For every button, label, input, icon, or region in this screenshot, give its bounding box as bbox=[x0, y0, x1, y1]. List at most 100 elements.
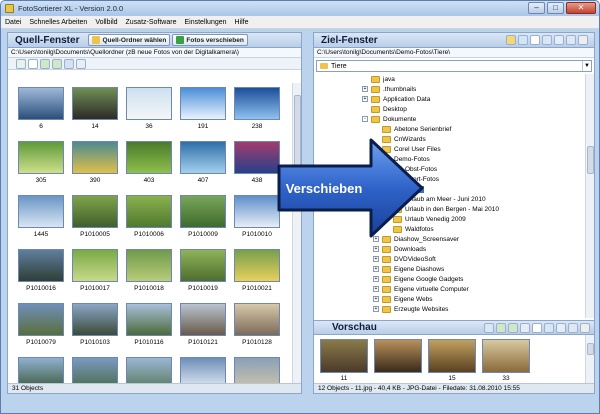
thumbnail[interactable]: P1010019 bbox=[177, 247, 229, 299]
thumbnail-label: 14 bbox=[91, 123, 99, 130]
tree-item[interactable]: java bbox=[362, 74, 395, 84]
thumbnail[interactable] bbox=[15, 355, 67, 383]
tree-item[interactable]: + .thumbnails bbox=[362, 84, 416, 94]
view-icon[interactable] bbox=[76, 58, 86, 69]
tree-item[interactable]: + Downloads bbox=[373, 244, 426, 254]
expand-icon[interactable]: + bbox=[373, 246, 379, 252]
thumbnail[interactable]: 238 bbox=[231, 85, 283, 137]
preview-thumbnail[interactable]: 33 bbox=[480, 339, 532, 385]
thumbnail[interactable]: 6 bbox=[15, 85, 67, 137]
thumbnail[interactable]: P1010128 bbox=[231, 301, 283, 353]
menu-hilfe[interactable]: Hilfe bbox=[231, 19, 253, 26]
thumbnail-image bbox=[18, 141, 64, 174]
chevron-down-icon[interactable]: ▼ bbox=[582, 61, 591, 71]
expand-icon[interactable]: + bbox=[373, 276, 379, 282]
thumbnail[interactable]: P1010017 bbox=[69, 247, 121, 299]
thumbnail[interactable]: P1010005 bbox=[69, 193, 121, 245]
preview-tool-7-icon[interactable] bbox=[556, 322, 566, 333]
thumbnail[interactable] bbox=[69, 355, 121, 383]
undo-icon[interactable] bbox=[566, 35, 576, 45]
preview-thumbnail[interactable] bbox=[372, 339, 424, 385]
preview-tool-4-icon[interactable] bbox=[520, 322, 530, 333]
preview-tool-6-icon[interactable] bbox=[544, 322, 554, 333]
thumbnail[interactable]: 36 bbox=[123, 85, 175, 137]
thumbnail[interactable]: P1010121 bbox=[177, 301, 229, 353]
tree-item[interactable]: + DVDVideoSoft bbox=[373, 254, 436, 264]
tree-item[interactable]: + Eigene Webs bbox=[373, 294, 433, 304]
minimize-icon[interactable]: – bbox=[528, 2, 545, 14]
export-icon[interactable] bbox=[554, 35, 564, 45]
preview-tool-9-icon[interactable] bbox=[580, 322, 590, 333]
tree-item[interactable]: Desktop bbox=[362, 104, 407, 114]
move-photos-button[interactable]: Fotos verschieben bbox=[172, 34, 248, 46]
tree-item[interactable]: - Dokumente bbox=[362, 114, 416, 124]
expand-icon[interactable]: + bbox=[373, 296, 379, 302]
collapse-icon[interactable]: - bbox=[362, 116, 368, 122]
tree-item[interactable]: + Eigene Diashows bbox=[373, 264, 444, 274]
thumbnail[interactable]: P1010116 bbox=[123, 301, 175, 353]
menu-schnelles-arbeiten[interactable]: Schnelles Arbeiten bbox=[25, 19, 91, 26]
thumbnail-image bbox=[234, 249, 280, 282]
menu-zusatz-software[interactable]: Zusatz-Software bbox=[122, 19, 181, 26]
choose-source-folder-button[interactable]: Quell-Ordner wählen bbox=[88, 34, 171, 46]
close-icon[interactable]: ✕ bbox=[566, 2, 596, 14]
tree-item[interactable]: Abetone Serienbrief bbox=[373, 124, 451, 134]
thumbnail[interactable]: P1010079 bbox=[15, 301, 67, 353]
thumbnail[interactable]: 407 bbox=[177, 139, 229, 191]
thumbnail[interactable]: P1010006 bbox=[123, 193, 175, 245]
preview-tool-1-icon[interactable] bbox=[484, 322, 494, 333]
rotate-right-icon[interactable] bbox=[52, 58, 62, 69]
preview-scrollbar[interactable] bbox=[585, 335, 594, 383]
thumbnail-image bbox=[72, 195, 118, 228]
menu-einstellungen[interactable]: Einstellungen bbox=[180, 19, 230, 26]
expand-icon[interactable]: + bbox=[362, 96, 368, 102]
preview-thumbnail[interactable]: 11 bbox=[318, 339, 370, 385]
tree-item[interactable]: + Application Data bbox=[362, 94, 430, 104]
thumbnail[interactable]: P1010009 bbox=[177, 193, 229, 245]
tree-item[interactable]: + Eigene Google Gadgets bbox=[373, 274, 463, 284]
preview-tool-3-icon[interactable] bbox=[508, 322, 518, 333]
menu-vollbild[interactable]: Vollbild bbox=[91, 19, 121, 26]
tree-item[interactable]: + Eigene virtuelle Computer bbox=[373, 284, 469, 294]
expand-icon[interactable]: + bbox=[373, 286, 379, 292]
network-icon[interactable] bbox=[542, 35, 552, 45]
thumbnail[interactable]: 1445 bbox=[15, 193, 67, 245]
select-none-icon[interactable] bbox=[28, 58, 38, 69]
thumbnail[interactable]: 14 bbox=[69, 85, 121, 137]
preview-tool-5-icon[interactable] bbox=[532, 322, 542, 333]
thumbnail[interactable]: P1010021 bbox=[231, 247, 283, 299]
tree-scroll-thumb[interactable] bbox=[587, 146, 594, 174]
preview-scroll-thumb[interactable] bbox=[587, 343, 594, 355]
thumbnail[interactable]: 305 bbox=[15, 139, 67, 191]
expand-icon[interactable]: + bbox=[373, 266, 379, 272]
thumbnail[interactable]: 191 bbox=[177, 85, 229, 137]
expand-icon[interactable]: + bbox=[362, 86, 368, 92]
target-folder-combo[interactable]: Tiere ▼ bbox=[316, 60, 592, 72]
search-icon[interactable] bbox=[530, 35, 540, 45]
tree-item-label: Eigene virtuelle Computer bbox=[394, 285, 469, 293]
tree-item[interactable]: + Erzeugte Websites bbox=[373, 304, 448, 314]
refresh-icon[interactable] bbox=[518, 35, 528, 45]
preview-thumbnail[interactable]: 15 bbox=[426, 339, 478, 385]
sort-icon[interactable] bbox=[64, 58, 74, 69]
thumbnail[interactable]: P1010016 bbox=[15, 247, 67, 299]
thumbnail[interactable] bbox=[231, 355, 283, 383]
open-folder-icon[interactable] bbox=[506, 35, 516, 45]
expand-icon[interactable]: + bbox=[373, 256, 379, 262]
thumbnail[interactable] bbox=[177, 355, 229, 383]
delete-icon[interactable] bbox=[578, 35, 588, 45]
thumbnail[interactable]: 403 bbox=[123, 139, 175, 191]
preview-tool-8-icon[interactable] bbox=[568, 322, 578, 333]
preview-tool-2-icon[interactable] bbox=[496, 322, 506, 333]
thumbnail-label: P1010006 bbox=[134, 231, 164, 238]
thumbnail[interactable]: P1010103 bbox=[69, 301, 121, 353]
maximize-icon[interactable]: □ bbox=[547, 2, 564, 14]
thumbnail[interactable] bbox=[123, 355, 175, 383]
menu-datei[interactable]: Datei bbox=[1, 19, 25, 26]
tree-scrollbar[interactable] bbox=[585, 74, 594, 318]
thumbnail[interactable]: 390 bbox=[69, 139, 121, 191]
thumbnail[interactable]: P1010018 bbox=[123, 247, 175, 299]
expand-icon[interactable]: + bbox=[373, 306, 379, 312]
rotate-left-icon[interactable] bbox=[40, 58, 50, 69]
select-all-icon[interactable] bbox=[16, 58, 26, 69]
